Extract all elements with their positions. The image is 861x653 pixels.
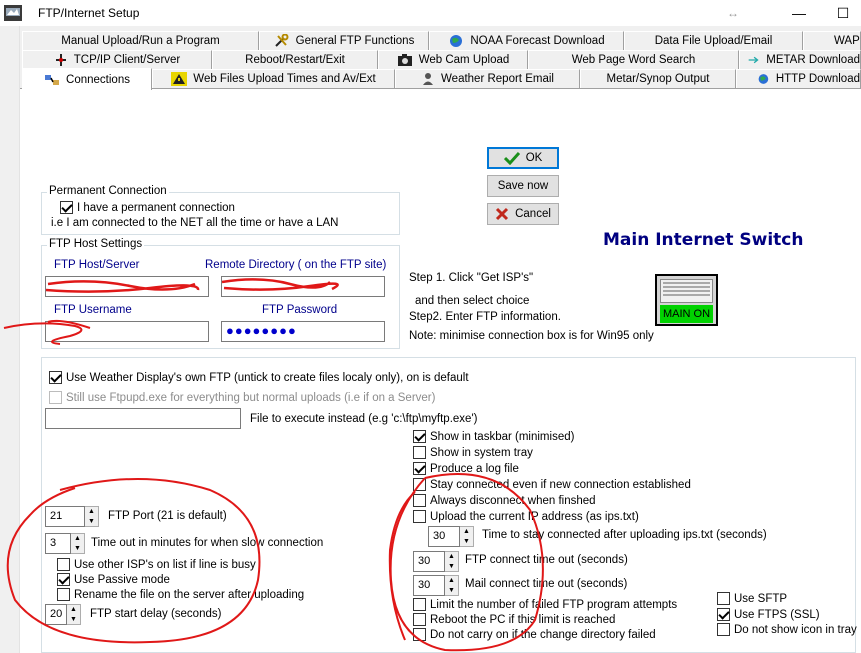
arrow-icon xyxy=(748,56,759,64)
save-now-button[interactable]: Save now xyxy=(487,175,559,197)
show-in-taskbar-option[interactable]: Show in taskbar (minimised) xyxy=(413,430,574,443)
minimize-button[interactable]: — xyxy=(788,3,810,23)
ok-label: OK xyxy=(525,152,543,164)
tab-label: HTTP Download xyxy=(775,73,860,85)
app-icon xyxy=(4,5,22,21)
tab-general-ftp[interactable]: General FTP Functions xyxy=(259,31,429,50)
resize-icon: ↔ xyxy=(727,6,739,20)
do-not-show-icon-option[interactable]: Do not show icon in tray xyxy=(717,623,857,636)
tab-weather-report-email[interactable]: Weather Report Email xyxy=(395,69,580,88)
tab-data-file-upload[interactable]: Data File Upload/Email xyxy=(624,31,803,50)
tab-manual-upload[interactable]: Manual Upload/Run a Program xyxy=(22,31,259,50)
ftp-host-settings-legend: FTP Host Settings xyxy=(47,238,145,250)
switch-grille-icon xyxy=(660,279,713,303)
main-switch-title: Main Internet Switch xyxy=(603,230,804,250)
tab-label: Web Cam Upload xyxy=(418,54,510,66)
use-ftps-label: Use FTPS (SSL) xyxy=(734,608,820,621)
window-title: FTP/Internet Setup xyxy=(38,6,140,20)
tab-http-download[interactable]: HTTP Download xyxy=(736,69,861,88)
person-icon xyxy=(423,73,434,85)
tab-label: Web Files Upload Times and Av/Ext xyxy=(193,73,376,85)
use-ftps-checkbox[interactable] xyxy=(717,608,730,621)
cancel-label: Cancel xyxy=(515,208,551,220)
camera-icon xyxy=(397,54,412,66)
ftpupd-option[interactable]: Still use Ftpupd.exe for everything but … xyxy=(49,391,435,404)
show-in-system-tray-checkbox[interactable] xyxy=(413,446,426,459)
warning-icon xyxy=(171,72,188,86)
switch-state-label: MAIN ON xyxy=(660,305,713,323)
file-to-execute-label: File to execute instead (e.g 'c:\ftp\myf… xyxy=(250,413,478,425)
checkmark-icon xyxy=(503,151,520,165)
network-icon xyxy=(55,54,66,66)
tab-label: NOAA Forecast Download xyxy=(470,35,605,47)
cancel-button[interactable]: Cancel xyxy=(487,203,559,225)
permanent-connection-note: i.e I am connected to the NET all the ti… xyxy=(51,217,339,229)
show-in-taskbar-checkbox[interactable] xyxy=(413,430,426,443)
use-own-ftp-label: Use Weather Display's own FTP (untick to… xyxy=(66,371,469,384)
show-in-system-tray-label: Show in system tray xyxy=(430,446,533,459)
step1b-text: and then select choice xyxy=(415,295,530,307)
tools-icon xyxy=(274,34,289,47)
globe-icon xyxy=(758,74,769,84)
file-to-execute-input[interactable] xyxy=(45,408,241,429)
use-sftp-label: Use SFTP xyxy=(734,592,788,605)
tab-label: General FTP Functions xyxy=(295,35,415,47)
tab-web-page-word-search[interactable]: Web Page Word Search xyxy=(528,50,739,69)
tab-noaa-forecast[interactable]: NOAA Forecast Download xyxy=(429,31,624,50)
permanent-connection-checkbox[interactable] xyxy=(60,201,73,214)
tab-connections[interactable]: Connections xyxy=(22,68,152,90)
tab-tcpip[interactable]: TCP/IP Client/Server xyxy=(22,50,212,69)
show-in-system-tray-option[interactable]: Show in system tray xyxy=(413,446,533,459)
ok-button[interactable]: OK xyxy=(487,147,559,169)
tab-web-files-upload-times[interactable]: Web Files Upload Times and Av/Ext xyxy=(152,69,395,88)
tab-label: Web Page Word Search xyxy=(571,54,696,66)
maximize-button[interactable]: ☐ xyxy=(832,3,854,23)
red-annotation-circles xyxy=(6,478,420,644)
permanent-connection-option[interactable]: I have a permanent connection xyxy=(60,201,235,214)
save-now-label: Save now xyxy=(497,180,549,192)
tab-label: Connections xyxy=(66,73,130,86)
note-text: Note: minimise connection box is for Win… xyxy=(409,330,654,342)
tab-label: Data File Upload/Email xyxy=(654,35,773,47)
tab-label: Reboot/Restart/Exit xyxy=(245,54,345,66)
use-ftps-option[interactable]: Use FTPS (SSL) xyxy=(717,608,820,621)
tab-metar-download[interactable]: METAR Download xyxy=(739,50,861,69)
use-own-ftp-option[interactable]: Use Weather Display's own FTP (untick to… xyxy=(49,371,469,384)
ftpupd-label: Still use Ftpupd.exe for everything but … xyxy=(66,391,436,404)
use-sftp-option[interactable]: Use SFTP xyxy=(717,592,787,605)
red-annotation-circle-right xyxy=(389,473,544,652)
tab-label: METAR Download xyxy=(766,54,860,66)
use-sftp-checkbox[interactable] xyxy=(717,592,730,605)
globe-icon xyxy=(450,35,463,47)
tab-label: Manual Upload/Run a Program xyxy=(61,35,220,47)
show-in-taskbar-label: Show in taskbar (minimised) xyxy=(430,430,575,443)
step2-text: Step2. Enter FTP information. xyxy=(409,311,561,323)
main-internet-switch[interactable]: MAIN ON xyxy=(655,274,718,326)
connections-icon xyxy=(45,74,60,85)
close-icon xyxy=(496,207,509,221)
step1-text: Step 1. Click "Get ISP's" xyxy=(409,272,534,284)
tab-wap[interactable]: WAP xyxy=(803,31,861,50)
tab-metar-synop-output[interactable]: Metar/Synop Output xyxy=(580,69,736,88)
tab-web-cam-upload[interactable]: Web Cam Upload xyxy=(378,50,528,69)
permanent-connection-legend: Permanent Connection xyxy=(47,185,169,197)
do-not-show-icon-checkbox[interactable] xyxy=(717,623,730,636)
permanent-connection-label: I have a permanent connection xyxy=(77,201,235,214)
ftpupd-checkbox[interactable] xyxy=(49,391,62,404)
tab-label: TCP/IP Client/Server xyxy=(73,54,181,66)
tab-label: WAP xyxy=(834,35,860,47)
do-not-show-icon-label: Do not show icon in tray xyxy=(734,623,857,636)
redaction-scribbles xyxy=(3,278,339,345)
tab-label: Metar/Synop Output xyxy=(606,73,710,85)
tab-reboot-restart[interactable]: Reboot/Restart/Exit xyxy=(212,50,378,69)
tab-label: Weather Report Email xyxy=(441,73,554,85)
use-own-ftp-checkbox[interactable] xyxy=(49,371,62,384)
